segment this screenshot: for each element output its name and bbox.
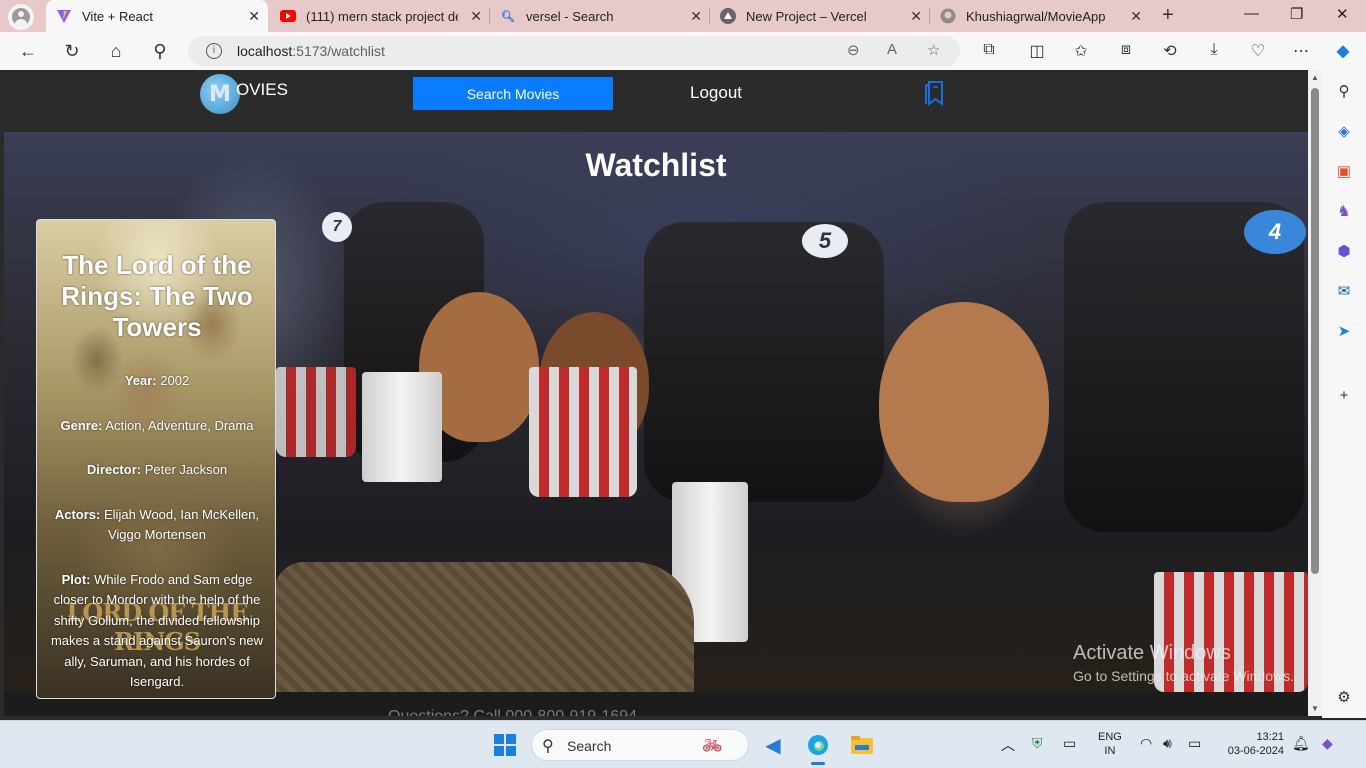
- tab-close-icon[interactable]: ✕: [470, 8, 482, 25]
- tab-github[interactable]: Khushiagrwal/MovieApp ✕: [930, 0, 1150, 32]
- refresh-icon[interactable]: ↻: [61, 40, 83, 62]
- volume-icon[interactable]: 🔊︎: [1163, 735, 1172, 752]
- tab-close-icon[interactable]: ✕: [690, 8, 702, 25]
- movie-title: The Lord of the Rings: The Two Towers: [61, 250, 253, 342]
- tab-close-icon[interactable]: ✕: [1130, 8, 1142, 25]
- youtube-icon: [280, 8, 296, 24]
- profile-avatar-icon[interactable]: [8, 4, 34, 30]
- logo-disc: M: [200, 74, 240, 114]
- activate-windows-watermark: Activate Windows Go to Settings to activ…: [1073, 642, 1294, 684]
- scrollbar-thumb[interactable]: [1311, 88, 1319, 574]
- search-icon[interactable]: ⚲: [149, 40, 171, 62]
- seat-number-badge: 4: [1244, 210, 1306, 254]
- show-hidden-icons-chevron-icon[interactable]: ︿: [1001, 735, 1015, 755]
- scroll-down-arrow-icon[interactable]: ▼: [1311, 704, 1319, 713]
- logo-text: OVIES: [236, 80, 288, 99]
- add-sidebar-app-icon[interactable]: +: [1334, 386, 1354, 406]
- performance-icon[interactable]: ♡: [1248, 41, 1268, 61]
- page-scrollbar[interactable]: ▲ ▼: [1308, 70, 1322, 716]
- collections-icon[interactable]: ⧈: [1116, 41, 1136, 59]
- history-icon[interactable]: ⟲: [1160, 41, 1180, 61]
- page-title: Watchlist: [585, 147, 727, 183]
- sidebar-search-icon[interactable]: ⚲: [1334, 82, 1354, 102]
- bicycle-icon: 🚲︎: [702, 738, 723, 755]
- vite-icon: [56, 8, 72, 24]
- site-logo[interactable]: M OVIES: [200, 74, 288, 114]
- send-icon[interactable]: ➤: [1334, 322, 1354, 342]
- browser-tab-bar: Vite + React ✕ (111) mern stack project …: [0, 0, 1366, 32]
- shopping-tag-icon[interactable]: ◈: [1334, 122, 1354, 142]
- github-icon: [940, 8, 956, 24]
- home-icon[interactable]: ⌂: [105, 40, 127, 62]
- system-clock[interactable]: 13:21 03-06-2024: [1222, 730, 1284, 758]
- movie-plot: Plot: While Frodo and Sam edge closer to…: [50, 571, 264, 690]
- site-info-icon[interactable]: i: [206, 43, 222, 59]
- tab-versel-search[interactable]: 🔍︎ versel - Search ✕: [490, 0, 710, 32]
- movie-card[interactable]: LORD OF THE RINGS The Lord of the Rings:…: [36, 219, 276, 699]
- page-viewport: M OVIES Search Movies Logout 7 5 4 Watch…: [4, 70, 1308, 716]
- more-menu-icon[interactable]: ⋯: [1291, 41, 1311, 61]
- file-explorer-icon[interactable]: [846, 729, 878, 761]
- movie-actors: Actors: Elijah Wood, Ian McKellen, Viggo…: [54, 506, 260, 543]
- search-icon: ⚲: [542, 738, 554, 755]
- vercel-icon: [720, 8, 736, 24]
- movie-director: Director: Peter Jackson: [86, 462, 228, 477]
- windows-taskbar: ⚲ Search 🚲︎ ◀ ︿ ⛨ ▭ ENG IN ◠ 🔊︎ ▭ 13:21 03…: [0, 720, 1366, 768]
- seat-number-badge: 7: [322, 212, 352, 242]
- windows-start-icon[interactable]: [494, 734, 516, 756]
- new-tab-plus-icon[interactable]: +: [1162, 4, 1174, 27]
- tab-close-icon[interactable]: ✕: [910, 8, 922, 25]
- footer-contact-text: Questions? Call 000-800-919-1694: [388, 708, 637, 716]
- browser-toolbar: ← ↻ ⌂ ⚲ i localhost:5173/watchlist ⊖ A ☆…: [0, 32, 1366, 70]
- movie-year: Year: 2002: [124, 373, 190, 388]
- tab-youtube[interactable]: (111) mern stack project depl ✕: [270, 0, 490, 32]
- search-icon: 🔍︎: [501, 10, 515, 23]
- security-shield-icon[interactable]: ⛨: [1032, 735, 1043, 752]
- window-close-icon[interactable]: ✕: [1336, 5, 1349, 23]
- sidebar-settings-icon[interactable]: ⚙: [1334, 688, 1354, 708]
- vscode-icon[interactable]: ◀: [757, 729, 789, 761]
- outlook-icon[interactable]: ✉: [1334, 282, 1354, 302]
- logout-link[interactable]: Logout: [690, 83, 742, 103]
- battery-icon[interactable]: ▭: [1188, 735, 1201, 752]
- seat-number-badge: 5: [802, 224, 848, 258]
- games-icon[interactable]: ♞: [1334, 202, 1354, 222]
- back-arrow-icon[interactable]: ←: [17, 40, 39, 62]
- copilot-icon[interactable]: ◆: [1333, 41, 1353, 61]
- notification-bell-icon[interactable]: 🔔︎: [1292, 735, 1310, 752]
- language-indicator[interactable]: ENG IN: [1098, 730, 1122, 758]
- split-screen-icon[interactable]: ◫: [1027, 41, 1047, 61]
- extensions-icon[interactable]: ⧉: [979, 41, 999, 59]
- downloads-icon[interactable]: ⤓: [1204, 41, 1224, 59]
- minimize-icon[interactable]: —: [1244, 5, 1259, 22]
- microsoft365-icon[interactable]: ⬢: [1334, 242, 1354, 262]
- edge-sidebar: ⚲ ◈ ▣ ♞ ⬢ ✉ ➤ + ⚙: [1322, 70, 1366, 718]
- movie-genre: Genre: Action, Adventure, Drama: [60, 417, 254, 433]
- favorites-icon[interactable]: ✩: [1071, 41, 1091, 61]
- wifi-icon[interactable]: ◠: [1140, 735, 1152, 752]
- scroll-up-arrow-icon[interactable]: ▲: [1311, 73, 1319, 82]
- read-aloud-icon[interactable]: A: [887, 41, 897, 58]
- tools-briefcase-icon[interactable]: ▣: [1334, 162, 1354, 182]
- site-navbar: M OVIES Search Movies Logout: [4, 70, 1308, 132]
- zoom-out-icon[interactable]: ⊖: [847, 41, 860, 59]
- copilot-preview-icon[interactable]: ◆: [1322, 735, 1333, 752]
- tab-vite-react[interactable]: Vite + React ✕: [46, 0, 268, 32]
- favorite-star-icon[interactable]: ☆: [927, 41, 940, 59]
- display-icon[interactable]: ▭: [1063, 735, 1076, 752]
- tab-close-icon[interactable]: ✕: [248, 8, 260, 25]
- restore-icon[interactable]: ❐: [1290, 5, 1303, 23]
- tab-vercel[interactable]: New Project – Vercel ✕: [710, 0, 930, 32]
- url-text: localhost:5173/watchlist: [237, 43, 385, 59]
- watchlist-bookmark-icon[interactable]: [924, 80, 944, 106]
- address-bar[interactable]: i localhost:5173/watchlist ⊖ A ☆: [188, 36, 960, 66]
- taskbar-search-box[interactable]: ⚲ Search 🚲︎: [531, 729, 749, 761]
- search-movies-button[interactable]: Search Movies: [413, 77, 613, 110]
- edge-browser-icon[interactable]: [802, 729, 834, 765]
